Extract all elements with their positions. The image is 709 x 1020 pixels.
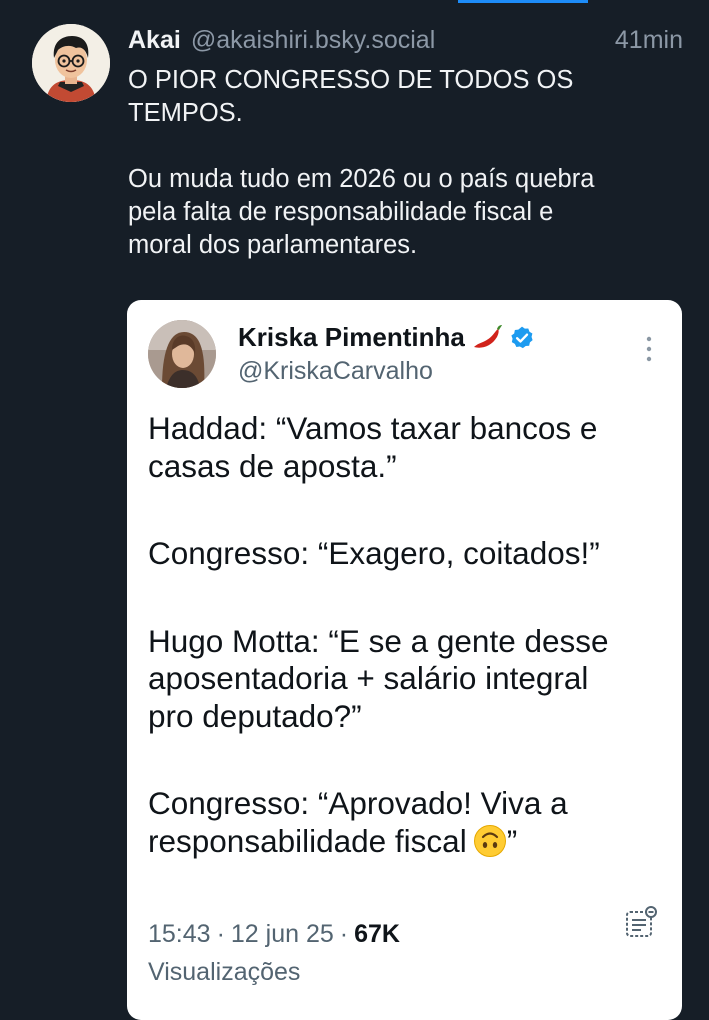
vertical-ellipsis-icon	[646, 336, 652, 362]
embed-text-line: responsabilidade fiscal ”	[148, 823, 668, 861]
post-text-line: pela falta de responsabilidade fiscal e	[128, 198, 554, 226]
notes-icon	[626, 906, 657, 937]
embed-text-line: Congresso: “Aprovado! Viva a	[148, 785, 568, 821]
post-text-line: TEMPOS.	[128, 99, 243, 127]
embed-date: 12 jun 25	[230, 920, 334, 948]
embed-views-label: Visualizações	[148, 958, 301, 986]
embed-text-line: casas de aposta.”	[148, 447, 397, 484]
post-header: Akai @akaishiri.bsky.social 41min	[128, 26, 683, 60]
embed-text-line: pro deputado?”	[148, 697, 362, 734]
embed-text-line: aposentadoria + salário integral	[148, 660, 589, 696]
embed-author-avatar	[148, 320, 216, 388]
embed-body-text: Haddad: “Vamos taxar bancos e casas de a…	[148, 410, 668, 860]
author-avatar[interactable]	[32, 24, 110, 102]
author-name[interactable]: Akai	[128, 26, 181, 55]
verified-badge-icon	[511, 326, 533, 348]
post: Akai @akaishiri.bsky.social 41min O PIOR…	[0, 0, 709, 1020]
author-handle[interactable]: @akaishiri.bsky.social	[191, 26, 435, 55]
upside-down-face-icon	[473, 824, 506, 857]
post-timestamp[interactable]: 41min	[615, 26, 683, 55]
embed-text-line: Congresso: “Exagero, coitados!”	[148, 535, 600, 571]
embed-views-count: 67K	[354, 920, 400, 948]
embed-meta-row: 15:43 · 12 jun 25 · 67K	[148, 920, 400, 948]
embed-text-line: Haddad: “Vamos taxar bancos e	[148, 410, 598, 446]
post-text-line: O PIOR CONGRESSO DE TODOS OS	[128, 66, 574, 94]
embedded-tweet-image[interactable]: Kriska Pimentinha @KriskaCarvalho Haddad…	[127, 300, 682, 1020]
post-text-line: moral dos parlamentares.	[128, 231, 418, 259]
post-text-line: Ou muda tudo em 2026 ou o país quebra	[128, 165, 595, 193]
embed-text-fragment: ”	[506, 822, 518, 859]
embed-text-fragment: responsabilidade fiscal	[148, 822, 467, 859]
embed-time: 15:43	[148, 920, 211, 948]
embed-text-line: Hugo Motta: “E se a gente desse	[148, 622, 609, 659]
chili-pepper-icon	[473, 324, 502, 348]
embed-author-handle: @KriskaCarvalho	[238, 357, 433, 385]
embed-author-name-row: Kriska Pimentinha	[238, 322, 535, 353]
embed-author-name: Kriska Pimentinha	[238, 322, 465, 352]
post-text: O PIOR CONGRESSO DE TODOS OS TEMPOS. Ou …	[128, 64, 688, 262]
